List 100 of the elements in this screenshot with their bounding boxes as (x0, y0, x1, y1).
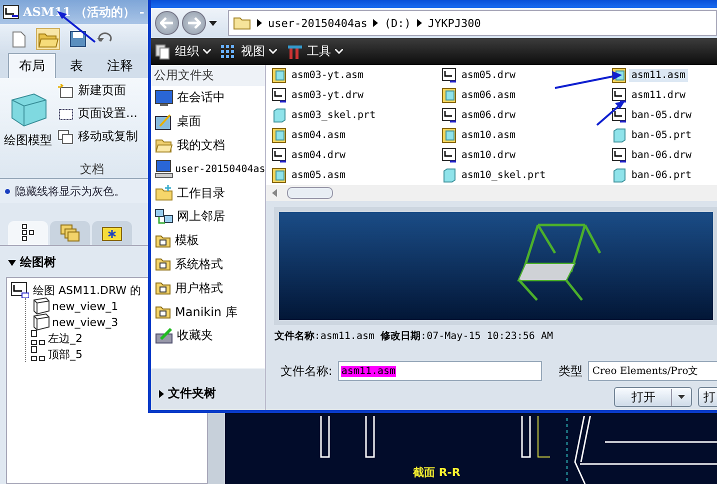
scroll-thumb[interactable] (287, 187, 334, 199)
toolbar-menu[interactable]: 工具 (287, 43, 343, 60)
filename-field[interactable]: asm11.asm (338, 361, 542, 381)
open-button[interactable]: 打开 (614, 387, 692, 407)
file-item[interactable]: asm06.drw (442, 105, 612, 125)
toolbar-menu[interactable]: 组织 (155, 43, 211, 60)
new-file-icon[interactable] (12, 30, 26, 48)
nav-item[interactable]: 桌面 (151, 110, 266, 134)
folder-icon (233, 16, 251, 30)
toolbar-menu[interactable]: 视图 (221, 43, 277, 60)
panel-tab[interactable] (8, 221, 48, 245)
favorites-icon (155, 328, 173, 344)
grid-icon (221, 44, 237, 58)
file-item[interactable]: asm04.drw (272, 145, 442, 165)
nav-item[interactable]: Manikin 库 (151, 300, 266, 324)
folder-icon (155, 281, 171, 296)
back-button[interactable] (155, 11, 179, 35)
file-item[interactable]: asm05.asm (272, 165, 442, 185)
bullet-icon (5, 188, 10, 194)
assembly-file-icon (272, 128, 286, 142)
file-item[interactable]: ban-05.drw (612, 105, 717, 125)
panel-tab[interactable] (92, 221, 132, 245)
page-setup-icon (58, 106, 74, 120)
annotation-arrow (596, 101, 625, 126)
ribbon-tab[interactable]: 注释 (97, 54, 143, 78)
file-item[interactable]: asm04.asm (272, 125, 442, 145)
address-bar[interactable]: user-20150404as (D:) JYKPJ300 (228, 10, 717, 36)
ribbon-tab[interactable]: 表 (60, 54, 93, 78)
nav-item[interactable]: 模板 (151, 228, 266, 253)
tree-item[interactable]: new_view_1 (52, 300, 118, 312)
folders-icon (60, 224, 80, 242)
file-item[interactable]: asm11.asm (612, 65, 717, 85)
nav-item[interactable]: 我的文档 (151, 134, 266, 158)
tree-item[interactable]: new_view_3 (52, 316, 118, 328)
file-item[interactable]: asm06.asm (442, 85, 612, 105)
file-item[interactable]: asm10.asm (442, 125, 612, 145)
copy-page-icon (58, 130, 74, 144)
nav-item[interactable]: 在会话中 (151, 86, 266, 110)
assembly-file-icon (442, 88, 456, 102)
tree-item[interactable]: 顶部_5 (48, 346, 82, 362)
drawing-model-button[interactable]: 绘图模型 (4, 82, 52, 161)
pages-icon (155, 44, 171, 60)
part-file-icon (272, 108, 286, 122)
breadcrumb[interactable]: (D:) (384, 16, 411, 30)
file-item[interactable]: ban-06.drw (612, 145, 717, 165)
file-item[interactable]: asm11.drw (612, 85, 717, 105)
star-folder-icon (155, 185, 173, 202)
drawing-file-icon (612, 88, 626, 102)
file-item[interactable]: ban-06.prt (612, 165, 717, 185)
nav-item[interactable]: 用户格式 (151, 276, 266, 300)
breadcrumb[interactable]: user-20150404as (268, 16, 368, 30)
tools-icon (287, 44, 303, 60)
assembly-file-icon (272, 68, 286, 82)
drawing-file-icon (442, 108, 456, 122)
drawing-file-icon (442, 68, 456, 82)
file-item[interactable]: asm10.drw (442, 145, 612, 165)
ribbon-command[interactable]: 页面设置... (58, 105, 138, 122)
file-item[interactable]: asm03_skel.prt (272, 105, 442, 125)
forward-button[interactable] (182, 11, 206, 35)
scroll-left-icon[interactable] (272, 189, 278, 197)
drawing-file-icon (612, 148, 626, 162)
chevron-down-icon (335, 49, 343, 54)
drawing-file-icon (272, 88, 286, 102)
nav-item[interactable]: user-20150404as (151, 157, 266, 182)
forward-arrow-icon (187, 17, 201, 29)
file-type-dropdown[interactable]: Creo Elements/Pro文 (588, 361, 717, 381)
ribbon-tab[interactable]: 布局 (8, 53, 56, 78)
file-item[interactable]: asm10_skel.prt (442, 165, 612, 185)
ribbon-command[interactable]: 移动或复制 (58, 128, 138, 145)
desktop-icon (155, 114, 173, 130)
horizontal-scrollbar[interactable] (266, 185, 717, 201)
nav-item[interactable]: 网上邻居 (151, 204, 266, 229)
file-item[interactable]: asm03-yt.drw (272, 85, 442, 105)
new-page-icon (58, 84, 74, 98)
dropdown-caret-icon (678, 395, 686, 399)
nav-item[interactable]: 系统格式 (151, 252, 266, 276)
tree-item[interactable]: 绘图 ASM11.DRW 的 (33, 282, 142, 298)
nav-header: 公用文件夹 (151, 65, 266, 86)
nav-item[interactable]: 收藏夹 (151, 324, 266, 348)
folder-tree-toggle[interactable]: 文件夹树 (159, 385, 216, 402)
file-item[interactable]: ban-05.prt (612, 125, 717, 145)
file-item[interactable]: asm05.drw (442, 65, 612, 85)
breadcrumb[interactable]: JYKPJ300 (428, 16, 481, 30)
drawing-file-icon (442, 148, 456, 162)
open-folder-icon (155, 137, 173, 154)
nav-item[interactable]: 工作目录 (151, 181, 266, 205)
save-icon[interactable] (70, 31, 86, 47)
projection-view-icon (30, 329, 46, 347)
folder-icon (155, 234, 171, 248)
open-folder-icon[interactable] (36, 28, 60, 50)
file-item[interactable]: asm03-yt.asm (272, 65, 442, 85)
dialog-button[interactable]: 打 (698, 387, 717, 407)
window-title: ASM11 （活动的） - (23, 4, 144, 20)
assembly-file-icon (442, 128, 456, 142)
file-info-text: 文件名称:asm11.asm 修改日期:07-May-15 10:23:56 AM (274, 330, 554, 343)
tree-item[interactable]: 左边_2 (48, 330, 82, 346)
part-file-icon (612, 168, 626, 182)
breadcrumb-arrow-icon (257, 19, 262, 27)
ribbon-command[interactable]: 新建页面 (58, 82, 138, 99)
back-arrow-icon (160, 17, 174, 29)
